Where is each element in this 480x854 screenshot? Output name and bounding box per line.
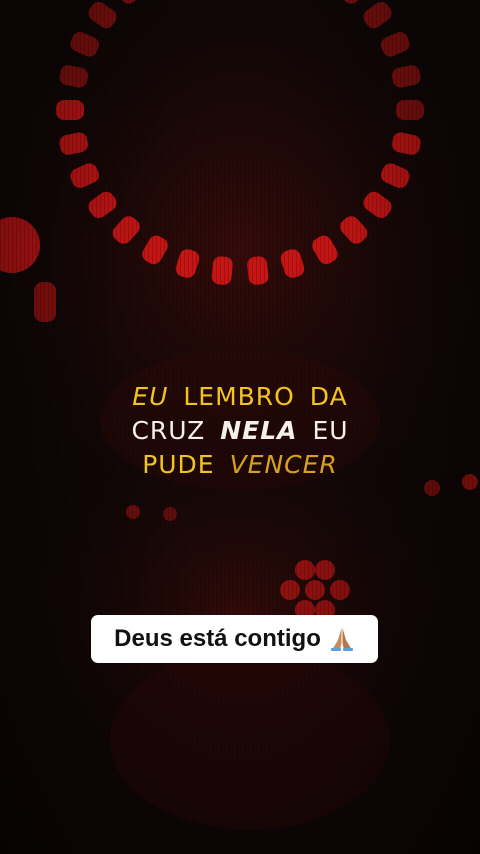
ring-light (396, 100, 424, 120)
lyric-word: LEMBRO (183, 382, 295, 411)
caption-sticker: Deus está contigo (91, 615, 378, 663)
lyric-word: DA (309, 382, 348, 411)
lyric-word: EU (132, 382, 169, 411)
ring-light (211, 256, 233, 285)
red-dot-left (126, 505, 140, 519)
lyric-line-2: CRUZ NELA EU (0, 414, 480, 448)
red-light-left (34, 282, 56, 322)
lyric-word: NELA (220, 416, 298, 445)
lyric-word: VENCER (229, 450, 338, 479)
lyric-line-3: PUDE VENCER (0, 448, 480, 482)
ring-light (247, 256, 269, 285)
red-dot-right-2 (424, 480, 440, 496)
caption-text: Deus está contigo (114, 625, 321, 652)
lyric-word: CRUZ (131, 416, 206, 445)
lyric-word: PUDE (142, 450, 215, 479)
lyric-word: EU (312, 416, 349, 445)
praying-hands-icon (330, 628, 353, 651)
lyrics-block: EU LEMBRO DA CRUZ NELA EU PUDE VENCER (0, 380, 480, 482)
lyric-line-1: EU LEMBRO DA (0, 380, 480, 414)
red-dot-left-2 (163, 507, 177, 521)
ring-light (56, 100, 84, 120)
